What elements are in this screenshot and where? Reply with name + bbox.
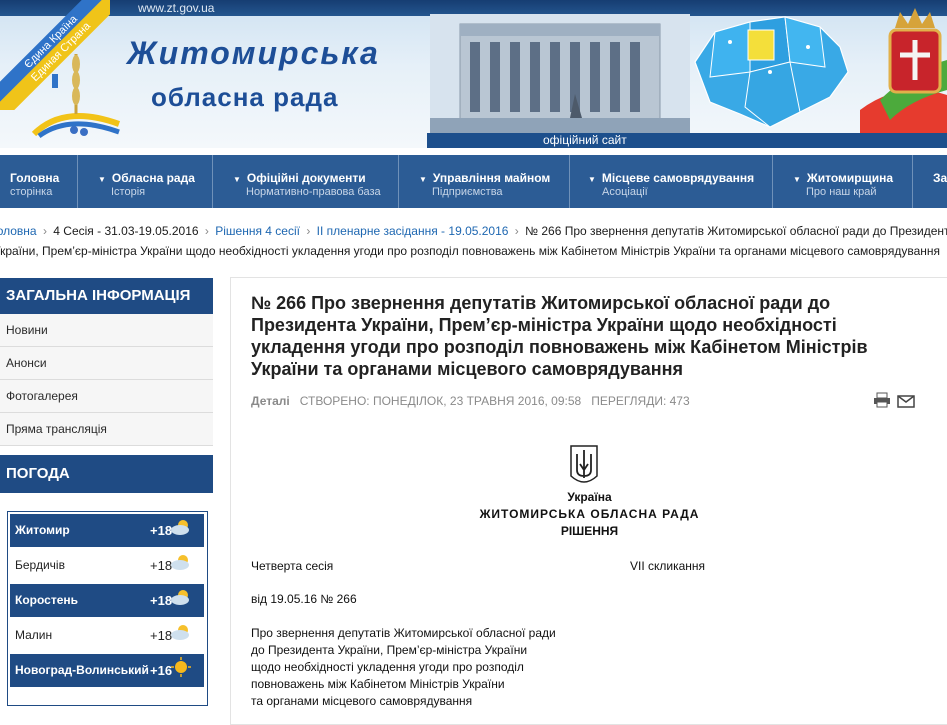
official-site-bar — [427, 133, 947, 148]
nav-title: Управління майном — [432, 171, 551, 185]
partly-cloudy-icon — [171, 625, 189, 640]
nav-item-zhytomyr-region[interactable]: ▼ Житомирщина Про наш край — [773, 155, 913, 208]
wheat-emblem-icon — [31, 54, 121, 139]
weather-city: Коростень — [15, 593, 79, 607]
meta-views: ПЕРЕГЛЯДИ: 473 — [591, 394, 690, 408]
article-panel: № 266 Про звернення депутатів Житомирськ… — [230, 277, 947, 725]
breadcrumb-decisions-link[interactable]: Рішення 4 сесії — [215, 224, 300, 238]
subject-line: до Президента України, Прем’єр-міністра … — [251, 643, 528, 657]
dropdown-arrow-icon: ▼ — [233, 175, 241, 184]
weather-row: Бердичів +18 — [10, 549, 204, 582]
nav-title: За — [933, 171, 947, 185]
partly-cloudy-icon — [171, 520, 189, 535]
nav-item-more[interactable]: За — [913, 155, 947, 208]
council-building-image — [430, 14, 690, 134]
breadcrumb-separator-icon: › — [204, 224, 209, 238]
partly-cloudy-icon — [171, 555, 189, 570]
dropdown-arrow-icon: ▼ — [98, 175, 106, 184]
weather-row: Новоград-Волинський +16 — [10, 654, 204, 687]
regional-coat-of-arms-icon — [860, 8, 947, 148]
site-url[interactable]: www.zt.gov.ua — [138, 1, 214, 15]
nav-subtitle: Про наш край — [806, 186, 877, 198]
breadcrumb-separator-icon: › — [42, 224, 47, 238]
article-meta: Деталі СТВОРЕНО: ПОНЕДІЛОК, 23 ТРАВНЯ 20… — [251, 394, 690, 408]
dropdown-arrow-icon: ▼ — [588, 175, 596, 184]
subject-line: повноважень між Кабінетом Міністрів Укра… — [251, 677, 505, 691]
document-subject: Про звернення депутатів Житомирської обл… — [251, 625, 556, 710]
weather-row: Житомир +18 — [10, 514, 204, 547]
nav-subtitle: Підприємства — [432, 186, 503, 198]
article-title: № 266 Про звернення депутатів Житомирськ… — [251, 293, 868, 379]
meta-details-label: Деталі — [251, 394, 290, 408]
weather-row: Коростень +18 — [10, 584, 204, 617]
weather-city: Житомир — [15, 523, 70, 537]
print-icon[interactable] — [873, 392, 891, 408]
ukraine-map-image — [694, 16, 849, 128]
sidebar-item-announcements[interactable]: Анонси — [0, 347, 213, 380]
nav-item-council[interactable]: ▼ Обласна рада Історія — [78, 155, 213, 208]
nav-item-official-documents[interactable]: ▼ Офіційні документи Нормативно-правова б… — [213, 155, 399, 208]
weather-heading: ПОГОДА — [0, 455, 213, 493]
partly-cloudy-icon — [171, 590, 189, 605]
site-title: Житомирська — [127, 35, 380, 71]
weather-city: Малин — [15, 628, 53, 642]
nav-item-local-government[interactable]: ▼ Місцеве самоврядування Асоціації — [570, 155, 773, 208]
nav-title: Головна — [10, 171, 60, 185]
main-navigation: Головна сторінка ▼ Обласна рада Історія ▼… — [0, 155, 947, 208]
dropdown-arrow-icon: ▼ — [419, 175, 427, 184]
nav-subtitle: Асоціації — [602, 186, 648, 198]
nav-title: Обласна рада — [111, 171, 195, 185]
breadcrumb: Головна › 4 Сесія - 31.03-19.05.2016 › Р… — [0, 221, 947, 261]
sidebar-item-photo-gallery[interactable]: Фотогалерея — [0, 380, 213, 413]
weather-widget: Житомир +18 Бердичів +18 Коростень +18 М… — [7, 511, 208, 706]
breadcrumb-home-link[interactable]: Головна — [0, 224, 37, 238]
breadcrumb-current-line2: України, Прем’єр-міністра України щодо н… — [0, 244, 941, 258]
nav-title: Офіційні документи — [246, 171, 366, 185]
subject-line: Про звернення депутатів Житомирської обл… — [251, 626, 556, 640]
nav-subtitle: сторінка — [10, 186, 53, 198]
breadcrumb-session: 4 Сесія - 31.03-19.05.2016 — [53, 224, 199, 238]
site-subtitle: обласна рада — [151, 82, 339, 112]
nav-title: Місцеве самоврядування — [601, 171, 755, 185]
general-info-heading: ЗАГАЛЬНА ІНФОРМАЦІЯ — [0, 278, 213, 314]
breadcrumb-separator-icon: › — [306, 224, 311, 238]
nav-item-home[interactable]: Головна сторінка — [0, 155, 78, 208]
official-site-label: офіційний сайт — [543, 133, 627, 147]
sidebar-item-news[interactable]: Новини — [0, 314, 213, 347]
ukraine-trident-icon — [570, 445, 598, 483]
site-header: www.zt.gov.ua Єдина Країна Единая Страна… — [0, 0, 947, 148]
subject-line: та органами місцевого самоврядування — [251, 694, 473, 708]
document-type: РІШЕННЯ — [560, 524, 619, 538]
weather-city: Новоград-Волинський — [15, 663, 149, 677]
document-session: Четверта сесія — [251, 559, 334, 573]
nav-subtitle: Нормативно-правова база — [246, 186, 381, 198]
meta-created: СТВОРЕНО: ПОНЕДІЛОК, 23 ТРАВНЯ 2016, 09:… — [299, 394, 582, 408]
document-convocation: VІІ скликання — [630, 559, 706, 573]
sidebar-item-live-stream[interactable]: Пряма трансляція — [0, 413, 213, 446]
nav-title: Житомирщина — [806, 171, 894, 185]
general-info-list: Новини Анонси Фотогалерея Пряма трансляц… — [0, 314, 213, 446]
document-council: ЖИТОМИРСЬКА ОБЛАСНА РАДА — [479, 507, 700, 521]
weather-city: Бердичів — [15, 558, 65, 572]
sunny-icon — [171, 657, 191, 677]
breadcrumb-separator-icon: › — [514, 224, 519, 238]
nav-item-property-management[interactable]: ▼ Управління майном Підприємства — [399, 155, 570, 208]
email-icon[interactable] — [897, 395, 915, 408]
subject-line: щодо необхідності укладення угоди про ро… — [251, 660, 524, 674]
dropdown-arrow-icon: ▼ — [793, 175, 801, 184]
breadcrumb-current-line1: № 266 Про звернення депутатів Житомирськ… — [525, 224, 947, 238]
document-date-number: від 19.05.16 № 266 — [251, 592, 357, 606]
document-country: Україна — [567, 490, 612, 504]
weather-row: Малин +18 — [10, 619, 204, 652]
nav-subtitle: Історія — [111, 186, 146, 198]
breadcrumb-plenary-link[interactable]: ІІ пленарне засідання - 19.05.2016 — [317, 224, 509, 238]
